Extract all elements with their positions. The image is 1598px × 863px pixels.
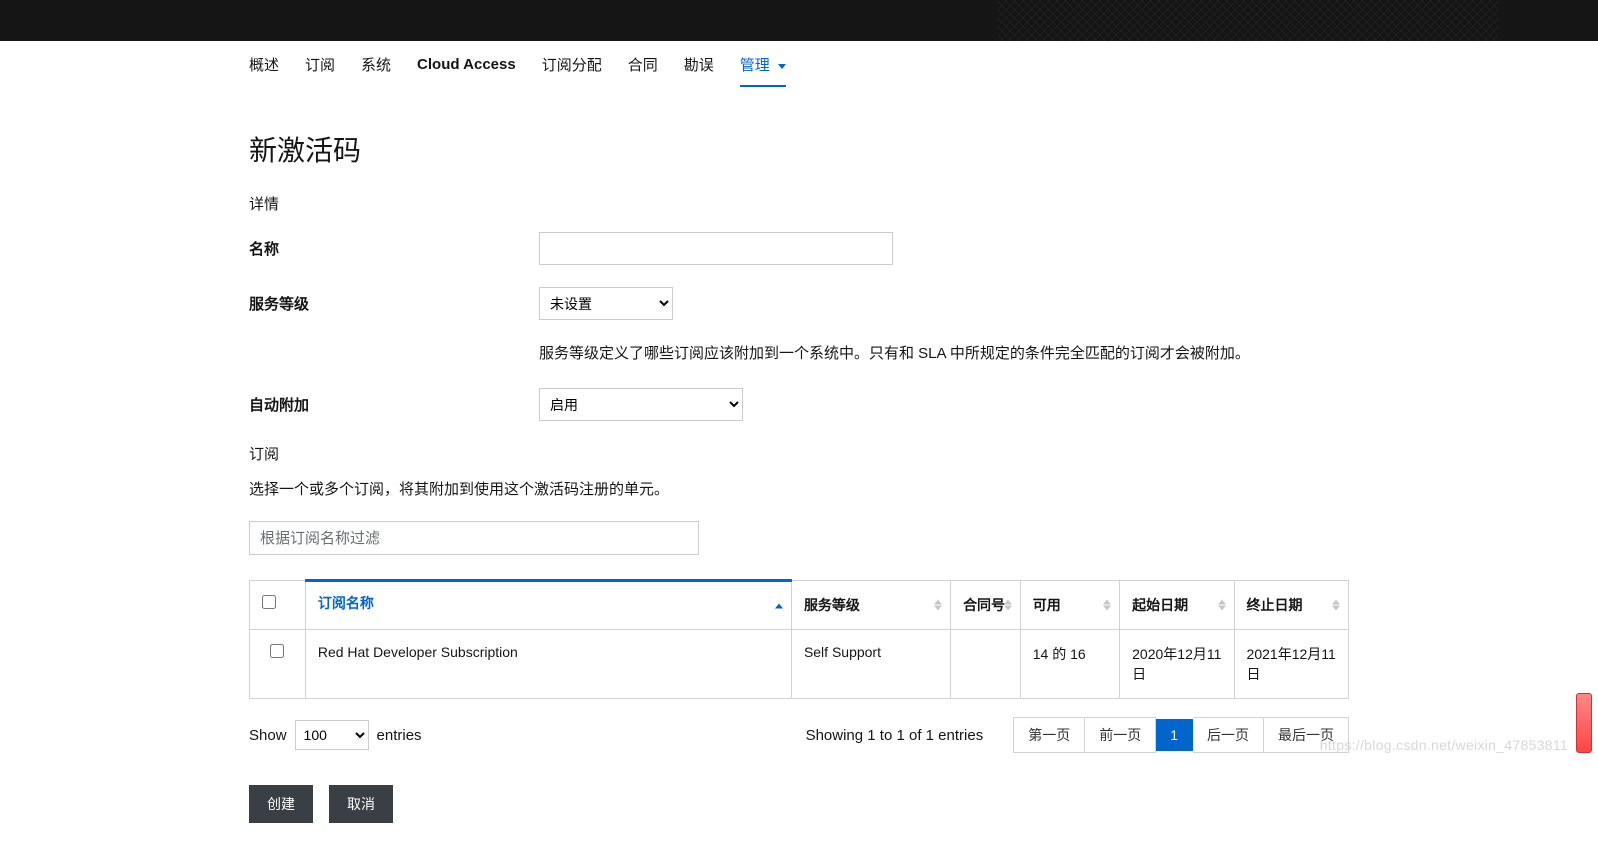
sort-icon (775, 603, 783, 608)
auto-attach-select[interactable]: 启用 (539, 388, 743, 421)
page-prev-button[interactable]: 前一页 (1085, 717, 1156, 753)
sort-icon (1218, 600, 1226, 611)
chevron-down-icon (778, 64, 786, 69)
sort-icon (1004, 600, 1012, 611)
subscriptions-heading: 订阅 (249, 443, 1349, 464)
cell-subscription-name: Red Hat Developer Subscription (305, 630, 791, 699)
sort-icon (1103, 600, 1111, 611)
header-available[interactable]: 可用 (1020, 581, 1119, 630)
name-input[interactable] (539, 232, 893, 265)
scroll-indicator (1576, 693, 1592, 753)
service-level-label: 服务等级 (249, 287, 539, 314)
header-start-date-label: 起始日期 (1132, 597, 1188, 613)
header-subscription-name-label: 订阅名称 (318, 595, 374, 611)
page-last-button[interactable]: 最后一页 (1264, 717, 1349, 753)
details-heading: 详情 (249, 193, 1349, 214)
sort-icon (1332, 600, 1340, 611)
subscriptions-description: 选择一个或多个订阅，将其附加到使用这个激活码注册的单元。 (249, 478, 1349, 499)
nav-tab-manage-label: 管理 (740, 57, 770, 74)
cell-end-date: 2021年12月11日 (1234, 630, 1348, 699)
header-available-label: 可用 (1033, 597, 1061, 613)
nav-tabs: 概述 订阅 系统 Cloud Access 订阅分配 合同 勘误 管理 (249, 41, 1349, 89)
row-checkbox[interactable] (270, 644, 284, 658)
select-all-checkbox[interactable] (262, 595, 276, 609)
top-banner (0, 0, 1598, 41)
service-level-select[interactable]: 未设置 (539, 287, 673, 320)
page-next-button[interactable]: 后一页 (1193, 717, 1264, 753)
cell-contract (951, 630, 1021, 699)
create-button[interactable]: 创建 (249, 785, 313, 823)
nav-tab-manage[interactable]: 管理 (740, 42, 786, 87)
nav-tab-overview[interactable]: 概述 (249, 42, 279, 87)
nav-tab-cloud-access[interactable]: Cloud Access (417, 44, 516, 85)
cell-start-date: 2020年12月11日 (1120, 630, 1234, 699)
header-contract[interactable]: 合同号 (951, 581, 1021, 630)
header-end-date[interactable]: 终止日期 (1234, 581, 1348, 630)
subscription-filter-input[interactable] (249, 521, 699, 555)
entries-info: Showing 1 to 1 of 1 entries (806, 727, 984, 744)
page-current-button[interactable]: 1 (1156, 719, 1193, 751)
entries-label: entries (377, 727, 422, 744)
nav-tab-errata[interactable]: 勘误 (684, 42, 714, 87)
sort-icon (934, 600, 942, 611)
header-start-date[interactable]: 起始日期 (1120, 581, 1234, 630)
nav-tab-systems[interactable]: 系统 (361, 42, 391, 87)
header-service-level[interactable]: 服务等级 (791, 581, 950, 630)
paginator: 第一页 前一页 1 后一页 最后一页 (1013, 717, 1349, 753)
row-checkbox-cell (250, 630, 306, 699)
name-label: 名称 (249, 232, 539, 259)
header-checkbox-cell (250, 581, 306, 630)
header-end-date-label: 终止日期 (1247, 597, 1303, 613)
cell-available: 14 的 16 (1020, 630, 1119, 699)
nav-tab-contracts[interactable]: 合同 (628, 42, 658, 87)
header-service-level-label: 服务等级 (804, 597, 860, 613)
page-title: 新激活码 (249, 129, 1349, 169)
page-size-control: Show 100 entries (249, 720, 422, 750)
nav-tab-sub-allocation[interactable]: 订阅分配 (542, 42, 602, 87)
header-contract-label: 合同号 (963, 597, 1005, 613)
auto-attach-label: 自动附加 (249, 388, 539, 415)
show-label: Show (249, 727, 287, 744)
service-level-help: 服务等级定义了哪些订阅应该附加到一个系统中。只有和 SLA 中所规定的条件完全匹… (539, 342, 1349, 366)
nav-tab-subscriptions[interactable]: 订阅 (305, 42, 335, 87)
cell-service-level: Self Support (791, 630, 950, 699)
page-first-button[interactable]: 第一页 (1013, 717, 1085, 753)
subscriptions-table: 订阅名称 服务等级 合同号 可用 (249, 579, 1349, 699)
table-row: Red Hat Developer Subscription Self Supp… (250, 630, 1349, 699)
header-subscription-name[interactable]: 订阅名称 (305, 581, 791, 630)
page-size-select[interactable]: 100 (295, 720, 369, 750)
cancel-button[interactable]: 取消 (329, 785, 393, 823)
